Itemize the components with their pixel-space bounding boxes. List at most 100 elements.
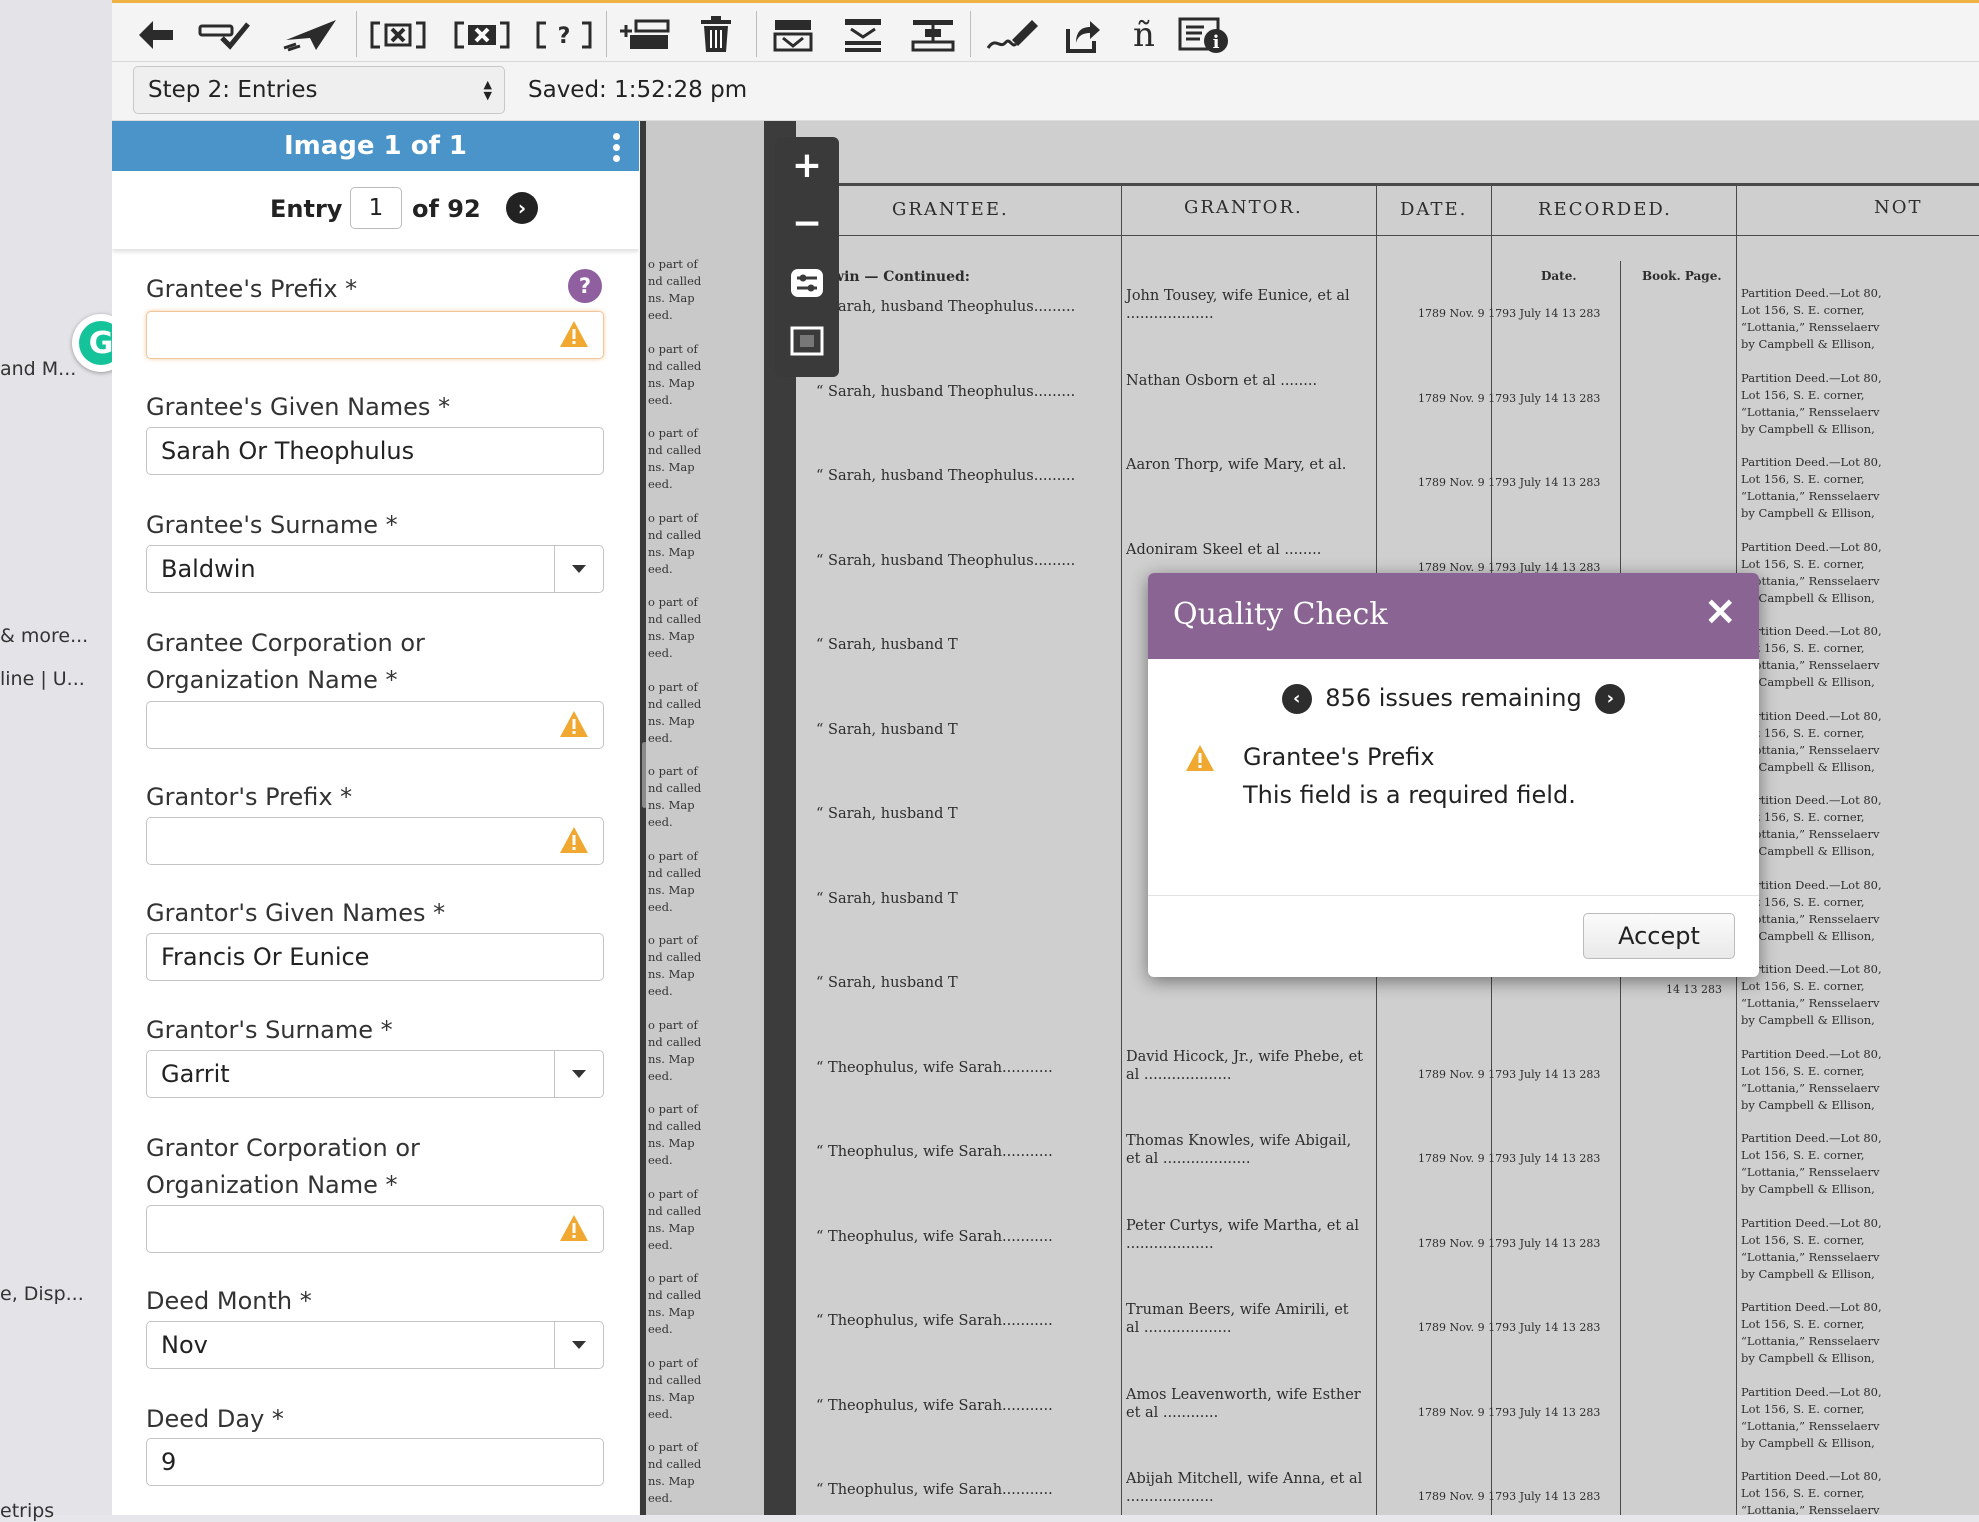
kebab-menu-icon[interactable]: [613, 129, 621, 166]
row-grantor: Abijah Mitchell, wife Anna, et al ......…: [1126, 1471, 1363, 1505]
row-nums: 1789 Nov. 9 1793 July 14 13 283: [1418, 1321, 1601, 1334]
back-arrow-icon[interactable]: [134, 15, 178, 55]
step-select-value: Step 2: Entries: [148, 77, 318, 103]
row-notes: Partition Deed.—Lot 80, Lot 156, S. E. co…: [1741, 1046, 1979, 1114]
row-grantor: John Tousey, wife Eunice, et al ........…: [1126, 288, 1350, 322]
chevron-down-icon[interactable]: [554, 1051, 603, 1097]
row-grantee: “ Sarah, husband Theophulus.........: [816, 552, 1076, 569]
warning-icon: [558, 319, 631, 353]
left-page-text: nd called: [648, 1457, 702, 1471]
submit-icon[interactable]: [282, 15, 338, 55]
left-page-text: nd called: [648, 1372, 702, 1387]
row-grantor: Aaron Thorp, wife Mary, et al.: [1126, 457, 1347, 473]
info-icon[interactable]: i: [1176, 15, 1232, 55]
entry-number-input[interactable]: 1: [350, 187, 402, 229]
row-nums: 1789 Nov. 9 1793 July 14 13 283: [1418, 1490, 1601, 1503]
grantor-corporation-input[interactable]: [146, 1205, 604, 1253]
add-record-icon[interactable]: [616, 15, 672, 55]
close-icon[interactable]: ×: [1703, 591, 1737, 631]
note-line: Lot 156, S. E. corner,: [1741, 979, 1865, 993]
entry-label: Entry: [270, 195, 343, 223]
background-window: and M... & more... line | U... e, Disp..…: [0, 0, 112, 1522]
row-grantee: “ Theophulus, wife Sarah...........: [816, 1313, 1053, 1329]
field-label-grantor-given-names: Grantor's Given Names *: [146, 899, 446, 927]
left-page-text: o part of: [648, 1440, 698, 1454]
issues-remaining: 856 issues remaining: [1325, 684, 1582, 712]
bg-text-fragment: and M...: [0, 358, 77, 380]
toolbar-separator: [970, 11, 971, 57]
zoom-out-icon[interactable]: −: [775, 195, 839, 251]
row-notes: Partition Deed.—Lot 80, Lot 156, S. E. co…: [1741, 623, 1979, 691]
row-grantee: “ Sarah, husband T: [816, 975, 958, 991]
clear-field-icon[interactable]: [368, 15, 428, 55]
unreadable-icon[interactable]: ?: [534, 15, 594, 55]
note-line: “Lottania,” Rensselaerv: [1741, 827, 1880, 841]
tree-icon[interactable]: [908, 15, 958, 55]
grantor-prefix-input[interactable]: [146, 817, 604, 865]
entry-total: of 92: [412, 195, 481, 223]
left-page-text: o part of: [648, 679, 698, 694]
next-issue-icon[interactable]: ›: [1595, 684, 1626, 714]
row-notes: Partition Deed.—Lot 80, Lot 156, S. E. co…: [1741, 792, 1979, 860]
grantor-given-names-input[interactable]: Francis Or Eunice: [146, 933, 604, 981]
indexing-app: ? ñ i Step 2: Entries ▲ ▼ Saved: 1:52:28…: [112, 0, 1979, 1515]
field-list-icon[interactable]: [838, 15, 888, 55]
left-page-text: ns. Map: [648, 291, 695, 305]
row-nums: 1789 Nov. 9 1793 July 14 13 283: [1418, 560, 1601, 574]
note-line: by Campbell & Ellison,: [1741, 1351, 1875, 1365]
fit-image-icon[interactable]: [775, 313, 839, 369]
chevron-down-icon[interactable]: [554, 546, 603, 592]
row-grantee: “ Sarah, husband T: [816, 637, 958, 653]
deed-month-dropdown[interactable]: Nov: [146, 1321, 604, 1369]
field-label-grantee-corporation-line2: Organization Name *: [146, 666, 398, 694]
saved-status: Saved: 1:52:28 pm: [528, 77, 748, 103]
grantee-corporation-input[interactable]: [146, 701, 604, 749]
accept-button[interactable]: Accept: [1583, 913, 1735, 959]
deed-day-input[interactable]: 9: [146, 1438, 604, 1486]
left-page-text: ns. Map: [648, 798, 695, 812]
image-viewer[interactable]: o part of nd called ns. Map eed. o part of nd…: [646, 121, 1979, 1515]
special-character-icon[interactable]: ñ: [1124, 15, 1164, 55]
signature-icon[interactable]: [984, 15, 1042, 55]
note-line: by Campbell & Ellison,: [1741, 759, 1875, 774]
left-page-text: eed.: [648, 477, 673, 491]
left-page-text: ns. Map: [648, 713, 695, 728]
note-line: Lot 156, S. E. corner,: [1741, 556, 1865, 571]
image-adjust-icon[interactable]: [775, 255, 839, 311]
grantee-surname-dropdown[interactable]: Baldwin: [146, 545, 604, 593]
grantee-given-names-input[interactable]: Sarah Or Theophulus: [146, 427, 604, 475]
grantor-surname-dropdown[interactable]: Garrit: [146, 1050, 604, 1098]
toolbar-separator: [356, 11, 357, 57]
row-notes: Partition Deed.—Lot 80, Lot 156, S. E. co…: [1741, 1130, 1979, 1198]
note-line: “Lottania,” Rensselaerv: [1741, 573, 1880, 588]
note-line: “Lottania,” Rensselaerv: [1741, 1080, 1880, 1095]
share-icon[interactable]: [1060, 15, 1106, 55]
next-entry-icon[interactable]: ›: [506, 192, 538, 224]
note-line: Lot 156, S. E. corner,: [1741, 1401, 1865, 1416]
zoom-in-icon[interactable]: +: [775, 137, 839, 193]
field-mode-icon[interactable]: [768, 15, 818, 55]
row-nums: 14 13 283: [1666, 983, 1722, 996]
field-label-grantee-corporation: Grantee Corporation or: [146, 629, 425, 657]
warning-icon: [558, 825, 590, 859]
previous-issue-icon[interactable]: ‹: [1281, 684, 1312, 714]
warning-icon: [558, 1213, 590, 1247]
help-icon[interactable]: ?: [568, 269, 602, 303]
issue-message: This field is a required field.: [1243, 781, 1576, 809]
chevron-down-icon[interactable]: [554, 1322, 603, 1368]
row-nums: 1789 Nov. 9 1793 July 14 13 283: [1418, 391, 1601, 405]
grantee-prefix-input[interactable]: [146, 311, 604, 359]
note-line: Partition Deed.—Lot 80,: [1741, 1300, 1882, 1314]
row-nums: 1789 Nov. 9 1793 July 14 13 283: [1418, 1152, 1601, 1165]
row-grantee: “ Sarah, husband T: [816, 806, 958, 822]
left-page-text: nd called: [648, 1203, 702, 1218]
mark-done-icon[interactable]: [198, 15, 252, 55]
step-select[interactable]: Step 2: Entries ▲ ▼: [133, 66, 505, 114]
delete-icon[interactable]: [694, 15, 738, 55]
note-line: Partition Deed.—Lot 80,: [1741, 286, 1882, 300]
clear-record-icon[interactable]: [452, 15, 512, 55]
note-line: Lot 156, S. E. corner,: [1741, 641, 1865, 655]
left-page-text: eed.: [648, 1068, 673, 1083]
field-label-grantee-given-names: Grantee's Given Names *: [146, 393, 451, 421]
row-notes: Partition Deed.—Lot 80, Lot 156, S. E. co…: [1741, 1299, 1979, 1367]
